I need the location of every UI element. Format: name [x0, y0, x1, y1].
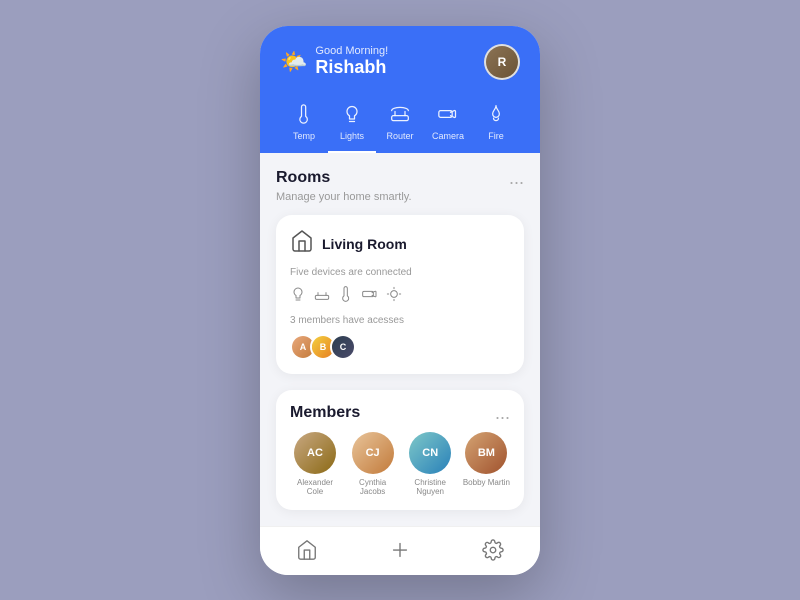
devices-text: Five devices are connected [290, 267, 510, 278]
rooms-subtitle: Manage your home smartly. [276, 191, 524, 203]
members-header: Members ... [290, 404, 510, 422]
phone-container: 🌤️ Good Morning! Rishabh R Temp [260, 26, 540, 575]
tab-router-label: Router [386, 131, 413, 141]
tab-fire[interactable]: Fire [472, 96, 520, 153]
device-icon-3 [338, 286, 354, 305]
member-name-4: Bobby Martin [463, 478, 510, 487]
rooms-header: Rooms ... [276, 169, 524, 187]
room-card[interactable]: Living Room Five devices are connected [276, 215, 524, 374]
member-photo-3: CN [409, 432, 451, 474]
avatar-placeholder: R [486, 46, 518, 78]
greeting-section: 🌤️ Good Morning! Rishabh [280, 45, 388, 78]
room-member-3: C [330, 334, 356, 360]
nav-tabs: Temp Lights Router Camera [280, 96, 520, 153]
main-content: Rooms ... Manage your home smartly. Livi… [260, 153, 540, 526]
member-item-4[interactable]: BM Bobby Martin [463, 432, 510, 496]
username-label: Rishabh [315, 57, 388, 78]
device-icon-2 [314, 286, 330, 305]
rooms-title: Rooms [276, 169, 330, 187]
bottom-nav-add[interactable] [389, 539, 411, 561]
tab-temp-label: Temp [293, 131, 315, 141]
room-name: Living Room [322, 236, 407, 252]
member-name-2: Cynthia Jacobs [348, 478, 398, 496]
tab-lights-label: Lights [340, 131, 364, 141]
tab-fire-label: Fire [488, 131, 504, 141]
members-section: Members ... AC Alexander Cole CJ Cynthia… [276, 390, 524, 510]
greeting-text: Good Morning! Rishabh [315, 45, 388, 78]
bottom-nav-home[interactable] [296, 539, 318, 561]
good-morning-label: Good Morning! [315, 45, 388, 57]
weather-icon: 🌤️ [280, 49, 307, 75]
tab-camera-label: Camera [432, 131, 464, 141]
member-photo-4: BM [465, 432, 507, 474]
fire-icon [486, 104, 506, 127]
room-header: Living Room [290, 229, 510, 259]
avatar[interactable]: R [484, 44, 520, 80]
living-room-icon [290, 229, 314, 259]
lights-icon [342, 104, 362, 127]
tab-temp[interactable]: Temp [280, 96, 328, 153]
bottom-nav [260, 526, 540, 575]
tab-lights[interactable]: Lights [328, 96, 376, 153]
room-members-text: 3 members have acesses [290, 315, 510, 326]
member-photo-1: AC [294, 432, 336, 474]
member-item-3[interactable]: CN Christine Nguyen [405, 432, 455, 496]
members-title: Members [290, 404, 360, 422]
member-item-1[interactable]: AC Alexander Cole [290, 432, 340, 496]
members-grid: AC Alexander Cole CJ Cynthia Jacobs CN C… [290, 432, 510, 496]
device-icon-4 [362, 286, 378, 305]
router-icon [390, 104, 410, 127]
rooms-more-button[interactable]: ... [509, 169, 524, 187]
device-icon-5 [386, 286, 402, 305]
members-more-button[interactable]: ... [495, 404, 510, 422]
member-name-1: Alexander Cole [290, 478, 340, 496]
header: 🌤️ Good Morning! Rishabh R Temp [260, 26, 540, 153]
member-name-3: Christine Nguyen [405, 478, 455, 496]
room-member-avatars: A B C [290, 334, 510, 360]
bottom-nav-settings[interactable] [482, 539, 504, 561]
tab-camera[interactable]: Camera [424, 96, 472, 153]
camera-icon [438, 104, 458, 127]
thermometer-icon [294, 104, 314, 127]
member-item-2[interactable]: CJ Cynthia Jacobs [348, 432, 398, 496]
device-icon-1 [290, 286, 306, 305]
device-icons [290, 286, 510, 305]
member-photo-2: CJ [352, 432, 394, 474]
tab-router[interactable]: Router [376, 96, 424, 153]
